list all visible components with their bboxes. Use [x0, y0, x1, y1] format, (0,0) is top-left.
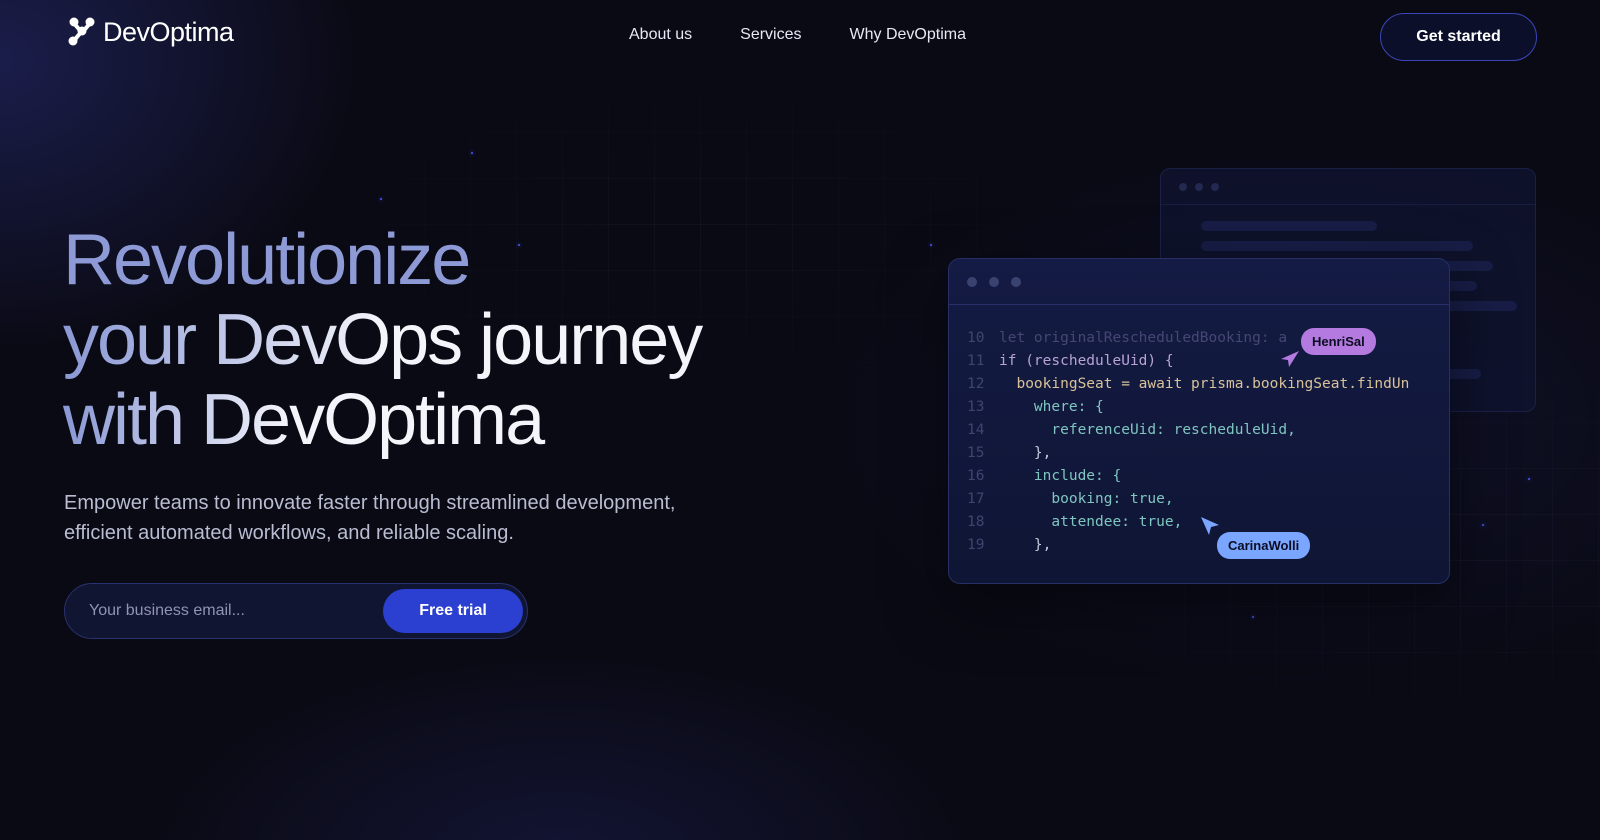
line-number: 18	[967, 514, 985, 530]
code-text: attendee: true,	[999, 514, 1183, 530]
business-email-input[interactable]	[65, 584, 375, 638]
logo-link[interactable]: DevOptima	[67, 16, 234, 48]
hero-subtitle-line: efficient automated workflows, and relia…	[64, 522, 514, 544]
line-number: 15	[967, 445, 985, 461]
code-line: 16 include: {	[967, 465, 1409, 488]
nav-item-why-devoptima[interactable]: Why DevOptima	[850, 26, 966, 44]
skeleton-line	[1201, 241, 1473, 251]
code-text: booking: true,	[999, 491, 1174, 507]
code-line: 12 bookingSeat = await prisma.bookingSea…	[967, 373, 1409, 396]
sparkle-dot	[1252, 616, 1254, 618]
line-number: 14	[967, 422, 985, 438]
line-number: 10	[967, 330, 985, 346]
code-text: include: {	[999, 468, 1122, 484]
code-text: if (rescheduleUid) {	[999, 353, 1174, 369]
hero-title-line: Revolutionize	[63, 220, 471, 300]
line-number: 12	[967, 376, 985, 392]
sparkle-dot	[1528, 478, 1530, 480]
hero-title: Revolutionize your DevOps journey with D…	[63, 220, 823, 460]
code-text: },	[999, 445, 1052, 461]
window-dot	[1211, 183, 1219, 191]
line-number: 16	[967, 468, 985, 484]
line-number: 19	[967, 537, 985, 553]
window-titlebar	[1161, 169, 1535, 205]
sparkle-dot	[380, 198, 382, 200]
free-trial-button[interactable]: Free trial	[383, 589, 523, 633]
hero-title-line: your DevOps journey	[63, 300, 823, 380]
code-line: 15 },	[967, 442, 1409, 465]
code-line: 14 referenceUid: rescheduleUid,	[967, 419, 1409, 442]
code-text: let originalRescheduledBooking: a	[999, 330, 1288, 346]
code-text: referenceUid: rescheduleUid,	[999, 422, 1296, 438]
code-editor-window: 10 let originalRescheduledBooking: a 11 if…	[948, 258, 1450, 584]
window-dot	[967, 277, 977, 287]
site-header: DevOptima About us Services Why DevOptim…	[0, 0, 1600, 76]
sparkle-dot	[471, 152, 473, 154]
get-started-button[interactable]: Get started	[1380, 13, 1537, 61]
code-line: 17 booking: true,	[967, 488, 1409, 511]
cursor-arrow-icon	[1201, 517, 1219, 535]
window-titlebar	[949, 259, 1449, 305]
hero-title-line: with DevOptima	[63, 380, 823, 460]
line-number: 11	[967, 353, 985, 369]
window-dot	[1195, 183, 1203, 191]
signup-form: Free trial	[64, 583, 528, 639]
nav-item-about-us[interactable]: About us	[629, 26, 692, 44]
hero-subtitle-line: Empower teams to innovate faster through…	[64, 492, 676, 514]
code-line: 13 where: {	[967, 396, 1409, 419]
window-dot	[1011, 277, 1021, 287]
collaborator-tag-carinawolli: CarinaWolli	[1217, 532, 1311, 559]
sparkle-dot	[1482, 524, 1484, 526]
collaborator-tag-henrisal: HenriSal	[1301, 328, 1376, 355]
code-line: 19 },	[967, 534, 1409, 557]
main-nav: About us Services Why DevOptima	[629, 26, 966, 44]
code-text: },	[999, 537, 1052, 553]
code-text: where: {	[999, 399, 1104, 415]
code-line: 18 attendee: true,	[967, 511, 1409, 534]
code-block: 10 let originalRescheduledBooking: a 11 if…	[967, 327, 1409, 557]
nav-item-services[interactable]: Services	[740, 26, 801, 44]
line-number: 17	[967, 491, 985, 507]
devoptima-logo-icon	[67, 16, 99, 48]
skeleton-line	[1201, 221, 1377, 231]
brand-name: DevOptima	[103, 16, 234, 47]
hero-subtitle: Empower teams to innovate faster through…	[64, 488, 724, 548]
window-dot	[989, 277, 999, 287]
line-number: 13	[967, 399, 985, 415]
code-text: bookingSeat = await prisma.bookingSeat.f…	[999, 376, 1410, 392]
sparkle-dot	[930, 244, 932, 246]
cursor-arrow-icon	[1281, 351, 1299, 367]
window-dot	[1179, 183, 1187, 191]
